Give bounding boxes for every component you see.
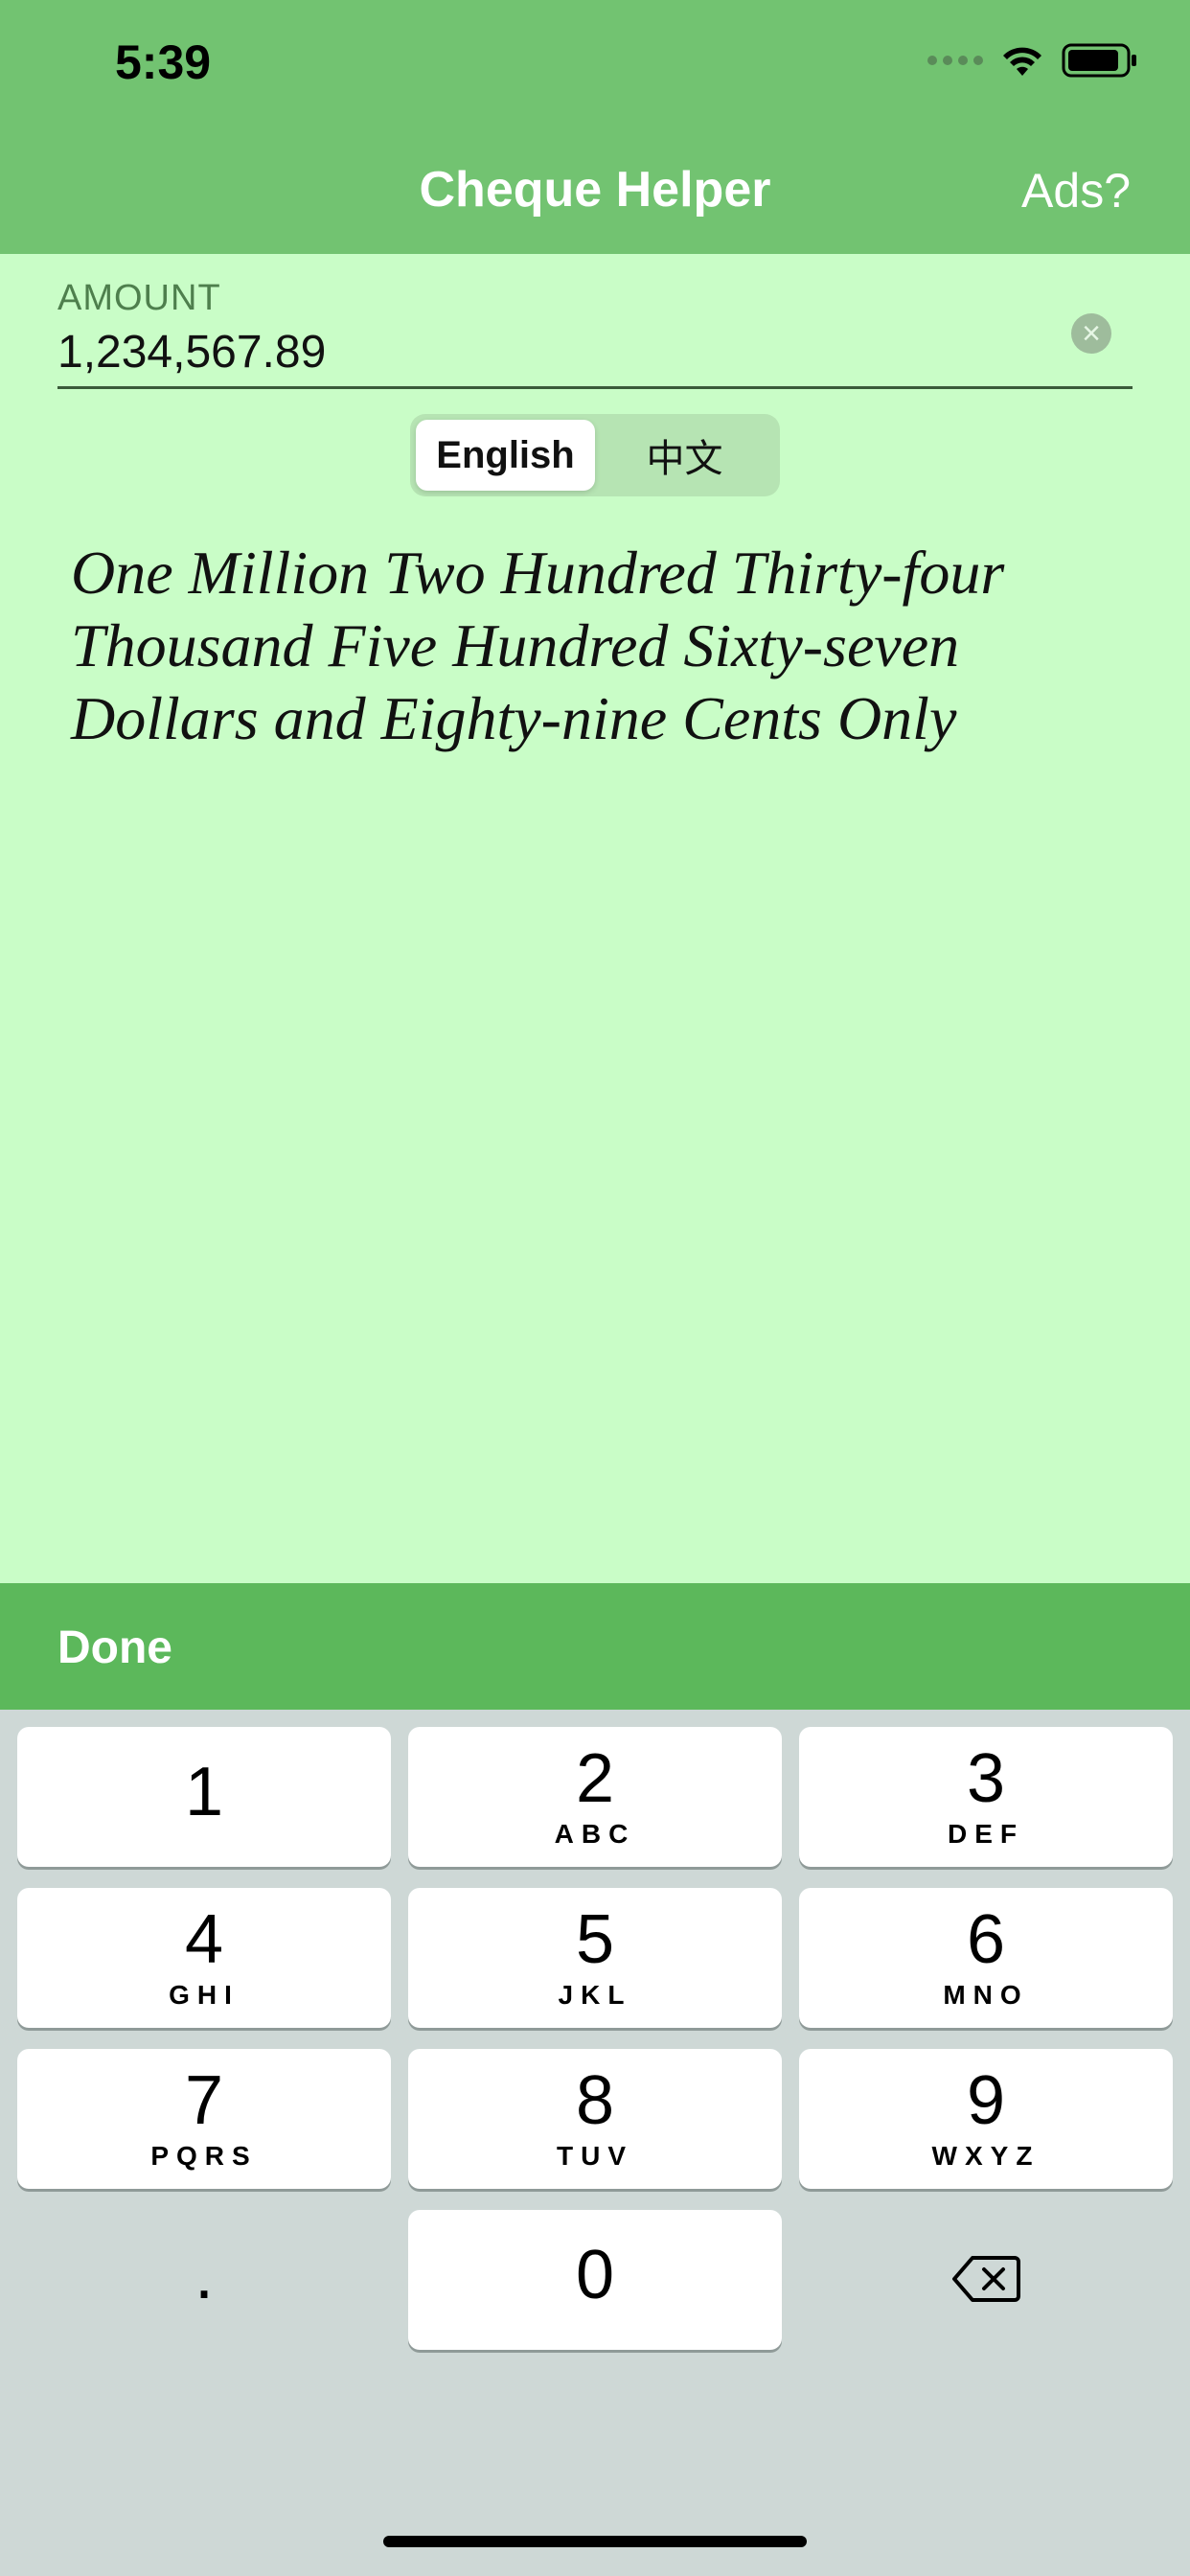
key-2[interactable]: 2 ABC	[408, 1727, 782, 1867]
segment-chinese[interactable]: 中文	[595, 420, 774, 491]
key-decimal[interactable]: .	[17, 2210, 391, 2350]
page-title: Cheque Helper	[419, 162, 771, 218]
amount-label: AMOUNT	[57, 278, 221, 318]
key-1[interactable]: 1	[17, 1727, 391, 1867]
navigation-header: 5:39 Cheque Helper Ads?	[0, 0, 1190, 254]
status-time: 5:39	[115, 35, 212, 89]
key-6[interactable]: 6 MNO	[799, 1888, 1173, 2028]
done-button[interactable]: Done	[57, 1622, 172, 1674]
key-letters: ABC	[554, 1819, 636, 1849]
amount-in-words: One Million Two Hundred Thirty-four Thou…	[71, 539, 1005, 752]
key-letters: MNO	[943, 1980, 1029, 2010]
amount-input[interactable]: 1,234,567.89 ×	[57, 313, 1133, 389]
delete-button[interactable]	[799, 2210, 1173, 2350]
key-9[interactable]: 9 WXYZ	[799, 2049, 1173, 2189]
key-letters: GHI	[169, 1980, 240, 2010]
numeric-keypad: 1 2 ABC 3 DEF 4 GHI 5 JKL 6 MNO 7 PQRS 8…	[0, 1710, 1190, 2576]
key-digit: 3	[966, 1740, 1006, 1817]
amount-value[interactable]: 1,234,567.89	[57, 327, 1133, 379]
key-digit: 5	[575, 1901, 615, 1978]
cellular-signal-icon	[927, 56, 983, 65]
key-letters: WXYZ	[931, 2141, 1041, 2171]
wifi-icon	[1003, 47, 1041, 76]
key-digit: 4	[184, 1901, 224, 1978]
key-digit: 9	[966, 2062, 1006, 2139]
key-letters: JKL	[558, 1980, 632, 2010]
key-digit: 8	[575, 2062, 615, 2139]
home-indicator	[383, 2536, 807, 2547]
key-7[interactable]: 7 PQRS	[17, 2049, 391, 2189]
key-8[interactable]: 8 TUV	[408, 2049, 782, 2189]
key-letters: TUV	[557, 2141, 633, 2171]
key-0[interactable]: 0	[408, 2210, 782, 2350]
battery-icon	[1062, 43, 1136, 78]
language-segmented-control[interactable]: English 中文	[410, 414, 780, 496]
key-5[interactable]: 5 JKL	[408, 1888, 782, 2028]
key-3[interactable]: 3 DEF	[799, 1727, 1173, 1867]
clear-circle-icon[interactable]: ×	[1071, 313, 1111, 354]
segment-english[interactable]: English	[416, 420, 595, 491]
key-4[interactable]: 4 GHI	[17, 1888, 391, 2028]
key-letters: PQRS	[150, 2141, 258, 2171]
key-digit: 6	[966, 1901, 1006, 1978]
amount-section: AMOUNT 1,234,567.89 ×	[57, 278, 1133, 389]
key-digit: .	[194, 2237, 214, 2313]
key-digit: 2	[575, 1740, 615, 1817]
status-icons	[927, 42, 1138, 79]
key-letters: DEF	[948, 1819, 1024, 1849]
keyboard-toolbar: Done	[0, 1583, 1190, 1710]
key-digit: 0	[575, 2237, 615, 2313]
backspace-icon	[952, 2256, 1020, 2302]
ads-button[interactable]: Ads?	[1021, 163, 1131, 218]
key-digit: 1	[184, 1754, 224, 1830]
key-digit: 7	[184, 2062, 224, 2139]
